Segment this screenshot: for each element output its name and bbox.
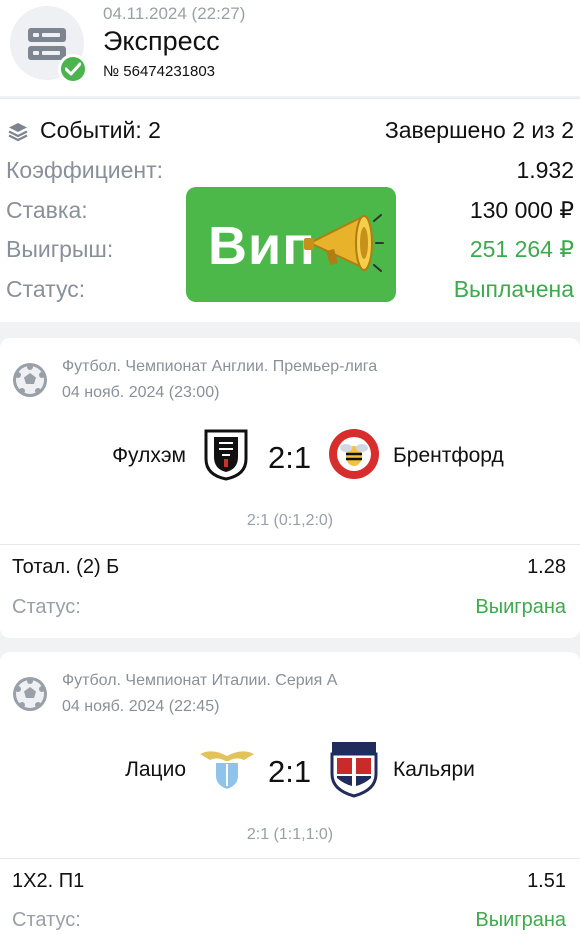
soccer-ball-icon: [13, 677, 47, 711]
checkmark-icon: [58, 54, 88, 84]
vip-sticker: Вип: [186, 187, 396, 302]
coefficient-row: Коэффициент: 1.932: [0, 157, 580, 191]
league-name: Футбол. Чемпионат Англии. Премьер-лига: [62, 358, 378, 375]
match-score: 2:1: [268, 440, 312, 475]
bet-status-label: Статус:: [12, 909, 81, 931]
match-date: 04 нояб. 2024 (23:00): [62, 384, 220, 401]
stake-value: 130 000 ₽: [469, 197, 574, 223]
home-team: Фулхэм: [112, 444, 186, 467]
winnings-value: 251 264 ₽: [469, 236, 574, 262]
stake-label: Ставка:: [6, 197, 88, 223]
divider: [0, 858, 580, 859]
bet-status-label: Статус:: [12, 596, 81, 618]
coefficient-value: 1.932: [516, 157, 574, 183]
vip-text: Вип: [208, 216, 316, 276]
score-detail: 2:1 (0:1,2:0): [246, 512, 334, 529]
events-count: Событий: 2: [40, 117, 161, 143]
bet-status-value: Выиграна: [475, 909, 566, 931]
bet-datetime: 04.11.2024 (22:27): [103, 4, 246, 23]
bet-header: 04.11.2024 (22:27) Экспресс № 5647423180…: [0, 0, 580, 96]
completed-count: Завершено 2 из 2: [384, 117, 574, 143]
match-score: 2:1: [268, 754, 312, 789]
bet-status-value: Выиграна: [475, 596, 566, 618]
event-card[interactable]: Футбол. Чемпионат Италии. Серия А 04 ноя…: [0, 652, 580, 935]
status-value: Выплачена: [453, 276, 574, 302]
league-name: Футбол. Чемпионат Италии. Серия А: [62, 672, 338, 689]
events-row: Событий: 2 Завершено 2 из 2: [0, 117, 580, 151]
lazio-crest-icon: [200, 751, 254, 792]
status-label: Статус:: [6, 276, 86, 302]
winnings-label: Выигрыш:: [6, 236, 114, 262]
score-detail: 2:1 (1:1,1:0): [246, 826, 334, 843]
bet-coefficient: 1.28: [527, 556, 566, 578]
away-team: Кальяри: [393, 758, 475, 781]
event-card[interactable]: Футбол. Чемпионат Англии. Премьер-лига 0…: [0, 338, 580, 638]
layers-icon: [8, 123, 28, 142]
away-team: Брентфорд: [393, 444, 504, 467]
fulham-crest-icon: [204, 429, 248, 481]
bet-number: № 56474231803: [103, 63, 216, 80]
home-team: Лацио: [125, 758, 186, 781]
soccer-ball-icon: [13, 363, 47, 397]
bet-coefficient: 1.51: [527, 870, 566, 892]
megaphone-icon: [304, 214, 384, 272]
bet-market: 1X2. П1: [12, 870, 85, 892]
bet-type-title: Экспресс: [103, 26, 220, 56]
brentford-crest-icon: [329, 429, 379, 479]
coefficient-label: Коэффициент:: [6, 157, 164, 183]
divider: [0, 544, 580, 545]
cagliari-crest-icon: [330, 742, 378, 798]
bet-market: Тотал. (2) Б: [12, 556, 120, 578]
match-date: 04 нояб. 2024 (22:45): [62, 698, 220, 715]
